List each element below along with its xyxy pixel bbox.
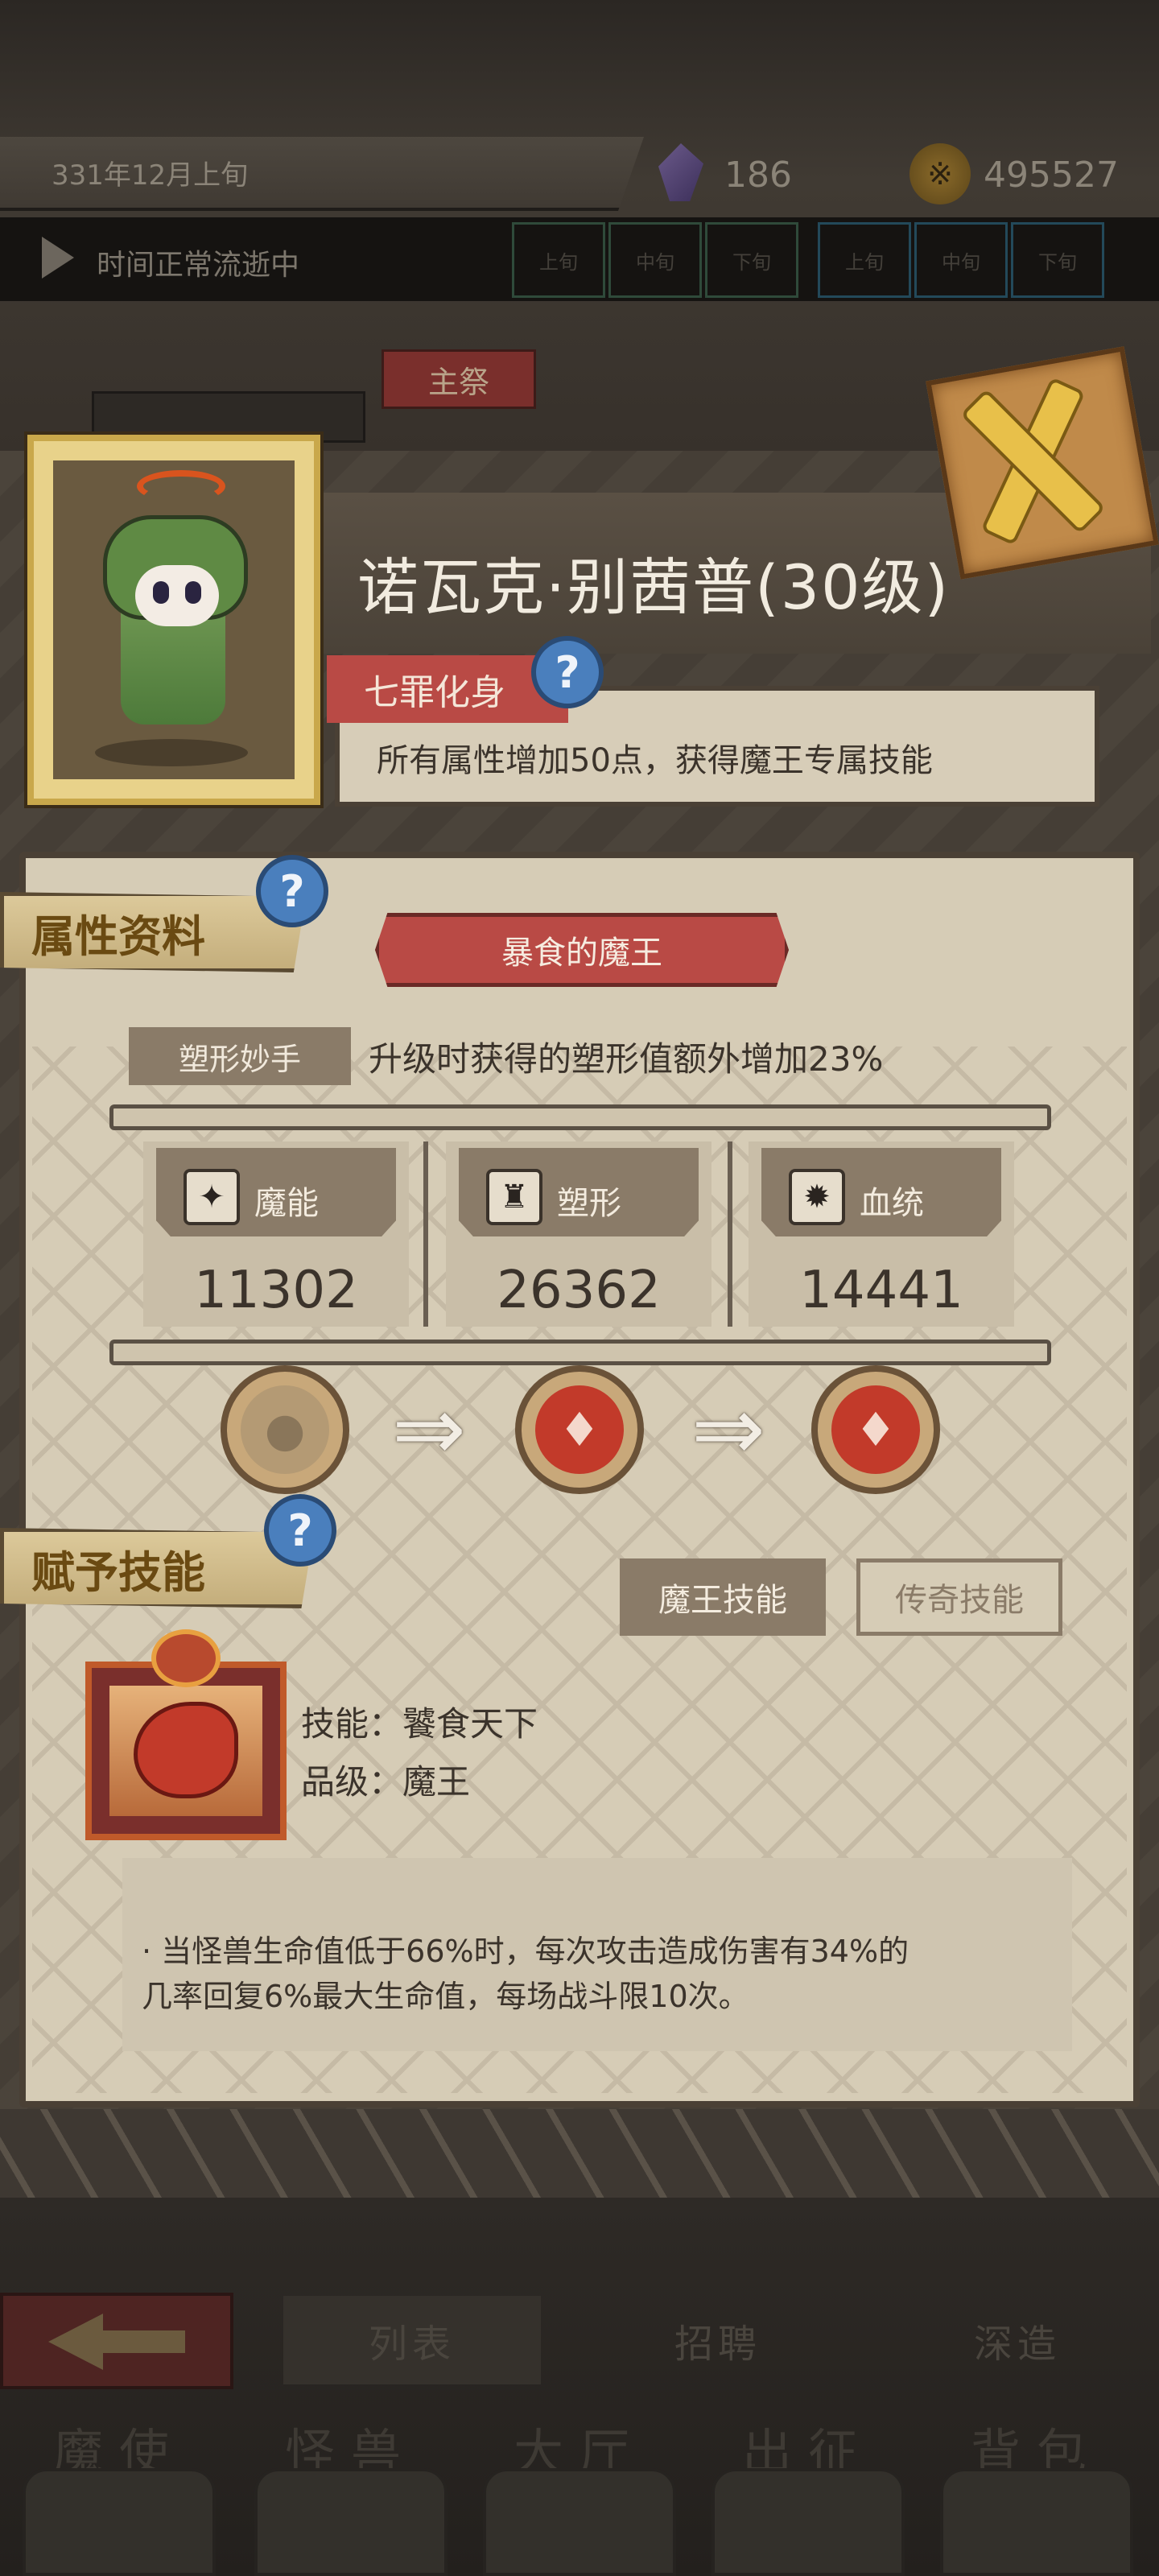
evolution-stage-locked[interactable]: ● [221,1365,349,1494]
stat-header: ♜ 塑形 [459,1148,699,1236]
skill-description: · 当怪兽生命值低于66%时，每次攻击造成伤害有34%的 几率回复6%最大生命值… [142,1929,1043,2019]
evolution-stage-current[interactable]: ♦ [811,1365,940,1494]
backpack-icon[interactable] [940,2468,1133,2576]
arrow-right-icon: ⇒ [391,1377,467,1480]
skill-grade: 品级：魔王 [301,1762,471,1802]
stats-rail-bottom [109,1340,1051,1365]
play-icon[interactable] [42,237,74,279]
armor-icon: ♜ [486,1169,542,1225]
help-icon[interactable]: ? [531,636,604,708]
stat-value: 14441 [799,1261,963,1320]
stats-rail-top [109,1104,1051,1130]
subtab-recruit[interactable]: 招聘 [589,2296,847,2384]
stat-card-bloodline: ✹ 血统 14441 [749,1141,1014,1327]
stat-card-magic: ✦ 魔能 11302 [143,1141,409,1327]
rank-title: 暴食的魔王 [375,913,789,987]
close-button[interactable] [926,346,1159,580]
time-slot[interactable]: 上旬 [818,222,911,298]
trait-name: 塑形妙手 [129,1027,351,1085]
time-slot[interactable]: 中旬 [608,222,702,298]
character-halo [137,470,225,502]
flame-claw-icon: ✦ [184,1169,240,1225]
help-icon[interactable]: ? [256,855,328,927]
skill-frame-inner [109,1686,262,1816]
skill-name: 技能：饕食天下 [301,1704,538,1744]
skill-description-line: · 当怪兽生命值低于66%时，每次攻击造成伤害有34%的 [142,1934,909,1969]
help-icon[interactable]: ? [264,1494,336,1567]
character-shadow [95,739,248,766]
stat-value: 26362 [497,1261,661,1320]
stat-divider [728,1141,732,1327]
title-description: 所有属性增加50点，获得魔王专属技能 [377,742,933,779]
stat-label: 血统 [860,1185,924,1222]
character-face [135,565,219,626]
stat-label: 塑形 [557,1185,621,1222]
stat-label: 魔能 [254,1185,319,1222]
character-eye [185,581,201,604]
hall-icon[interactable] [483,2468,676,2576]
stat-divider [423,1141,428,1327]
demon-face-icon: ♦ [535,1385,624,1474]
demon-face-icon: ♦ [831,1385,920,1474]
subtab-list[interactable]: 列表 [283,2296,541,2384]
game-date: 331年12月上旬 [52,159,249,192]
stat-header: ✹ 血统 [761,1148,1001,1236]
time-slot[interactable]: 中旬 [914,222,1008,298]
skill-icon-frame[interactable] [85,1629,287,1840]
crystal-count: 186 [724,155,792,196]
character-name: 诺瓦克·别茜普(30级) [357,551,951,623]
gear-blood-icon: ✹ [789,1169,845,1225]
skill-description-line: 几率回复6%最大生命值，每场战斗限10次。 [142,1979,749,2014]
phoenix-icon [134,1702,238,1798]
trait-description: 升级时获得的塑形值额外增加23% [369,1039,884,1079]
gold-coin-icon: ※ [909,143,971,204]
skill-frame-border [85,1662,287,1840]
stat-card-shaping: ♜ 塑形 26362 [446,1141,711,1327]
character-eye [153,581,169,604]
monster-icon[interactable] [254,2468,448,2576]
expedition-icon[interactable] [711,2468,905,2576]
skill-crest-icon [151,1629,221,1687]
close-icon [959,388,1106,535]
evolution-stage[interactable]: ♦ [515,1365,644,1494]
tab-demon-skill[interactable]: 魔王技能 [620,1558,826,1636]
hooded-figure-icon: ● [241,1385,329,1474]
tab-legend-skill[interactable]: 传奇技能 [856,1558,1062,1636]
time-slot[interactable]: 下旬 [705,222,798,298]
stat-header: ✦ 魔能 [156,1148,396,1236]
arrow-right-icon: ⇒ [691,1377,766,1480]
time-slot[interactable]: 上旬 [512,222,605,298]
background-pattern-strip [0,2109,1159,2198]
skull-icon[interactable] [23,2468,216,2576]
tab-zhuji[interactable]: 主祭 [382,349,536,409]
gold-count: 495527 [984,155,1119,196]
time-status: 时间正常流逝中 [97,249,300,282]
time-slot[interactable]: 下旬 [1011,222,1104,298]
stat-value: 11302 [194,1261,358,1320]
subtab-advanced[interactable]: 深造 [889,2296,1146,2384]
